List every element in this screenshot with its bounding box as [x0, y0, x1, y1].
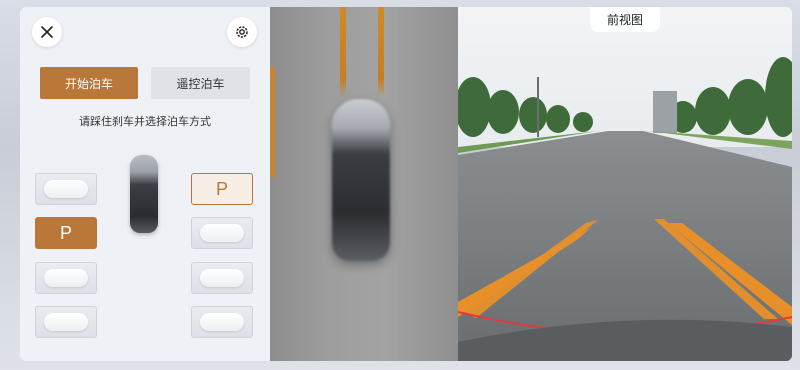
parking-slot-right-1[interactable]: P — [191, 173, 253, 205]
lane-marking — [340, 7, 346, 97]
parking-slot-left-4[interactable] — [35, 306, 97, 338]
lane-marking — [378, 7, 384, 97]
parked-car-icon — [44, 180, 88, 198]
front-camera-image — [458, 7, 792, 361]
camera-view-label: 前视图 — [590, 7, 660, 32]
parking-slot-left-3[interactable] — [35, 262, 97, 294]
close-icon — [41, 26, 53, 38]
instruction-text: 请踩住刹车并选择泊车方式 — [79, 115, 211, 128]
own-vehicle-icon — [130, 155, 158, 233]
parking-screen: 开始泊车 遥控泊车 请踩住刹车并选择泊车方式 P P 前视图 — [20, 7, 792, 361]
parking-slot-right-4[interactable] — [191, 306, 253, 338]
parking-control-panel: 开始泊车 遥控泊车 请踩住刹车并选择泊车方式 P P — [20, 7, 270, 361]
parking-slot-left-1[interactable] — [35, 173, 97, 205]
remote-parking-button[interactable]: 遥控泊车 — [151, 67, 250, 99]
front-camera-view[interactable] — [458, 7, 792, 361]
lane-marking-edge — [270, 67, 275, 177]
parked-car-icon — [44, 313, 88, 331]
start-parking-button[interactable]: 开始泊车 — [40, 67, 138, 99]
parked-car-icon — [200, 269, 244, 287]
settings-button[interactable] — [227, 17, 257, 47]
parking-slot-left-2[interactable]: P — [35, 217, 97, 249]
parking-slot-right-3[interactable] — [191, 262, 253, 294]
gear-icon — [236, 26, 248, 38]
parked-car-icon — [200, 224, 244, 242]
vehicle-topdown — [332, 99, 390, 261]
parked-car-icon — [44, 269, 88, 287]
close-button[interactable] — [32, 17, 62, 47]
birdseye-view[interactable] — [270, 7, 458, 361]
parking-slot-right-2[interactable] — [191, 217, 253, 249]
parked-car-icon — [200, 313, 244, 331]
